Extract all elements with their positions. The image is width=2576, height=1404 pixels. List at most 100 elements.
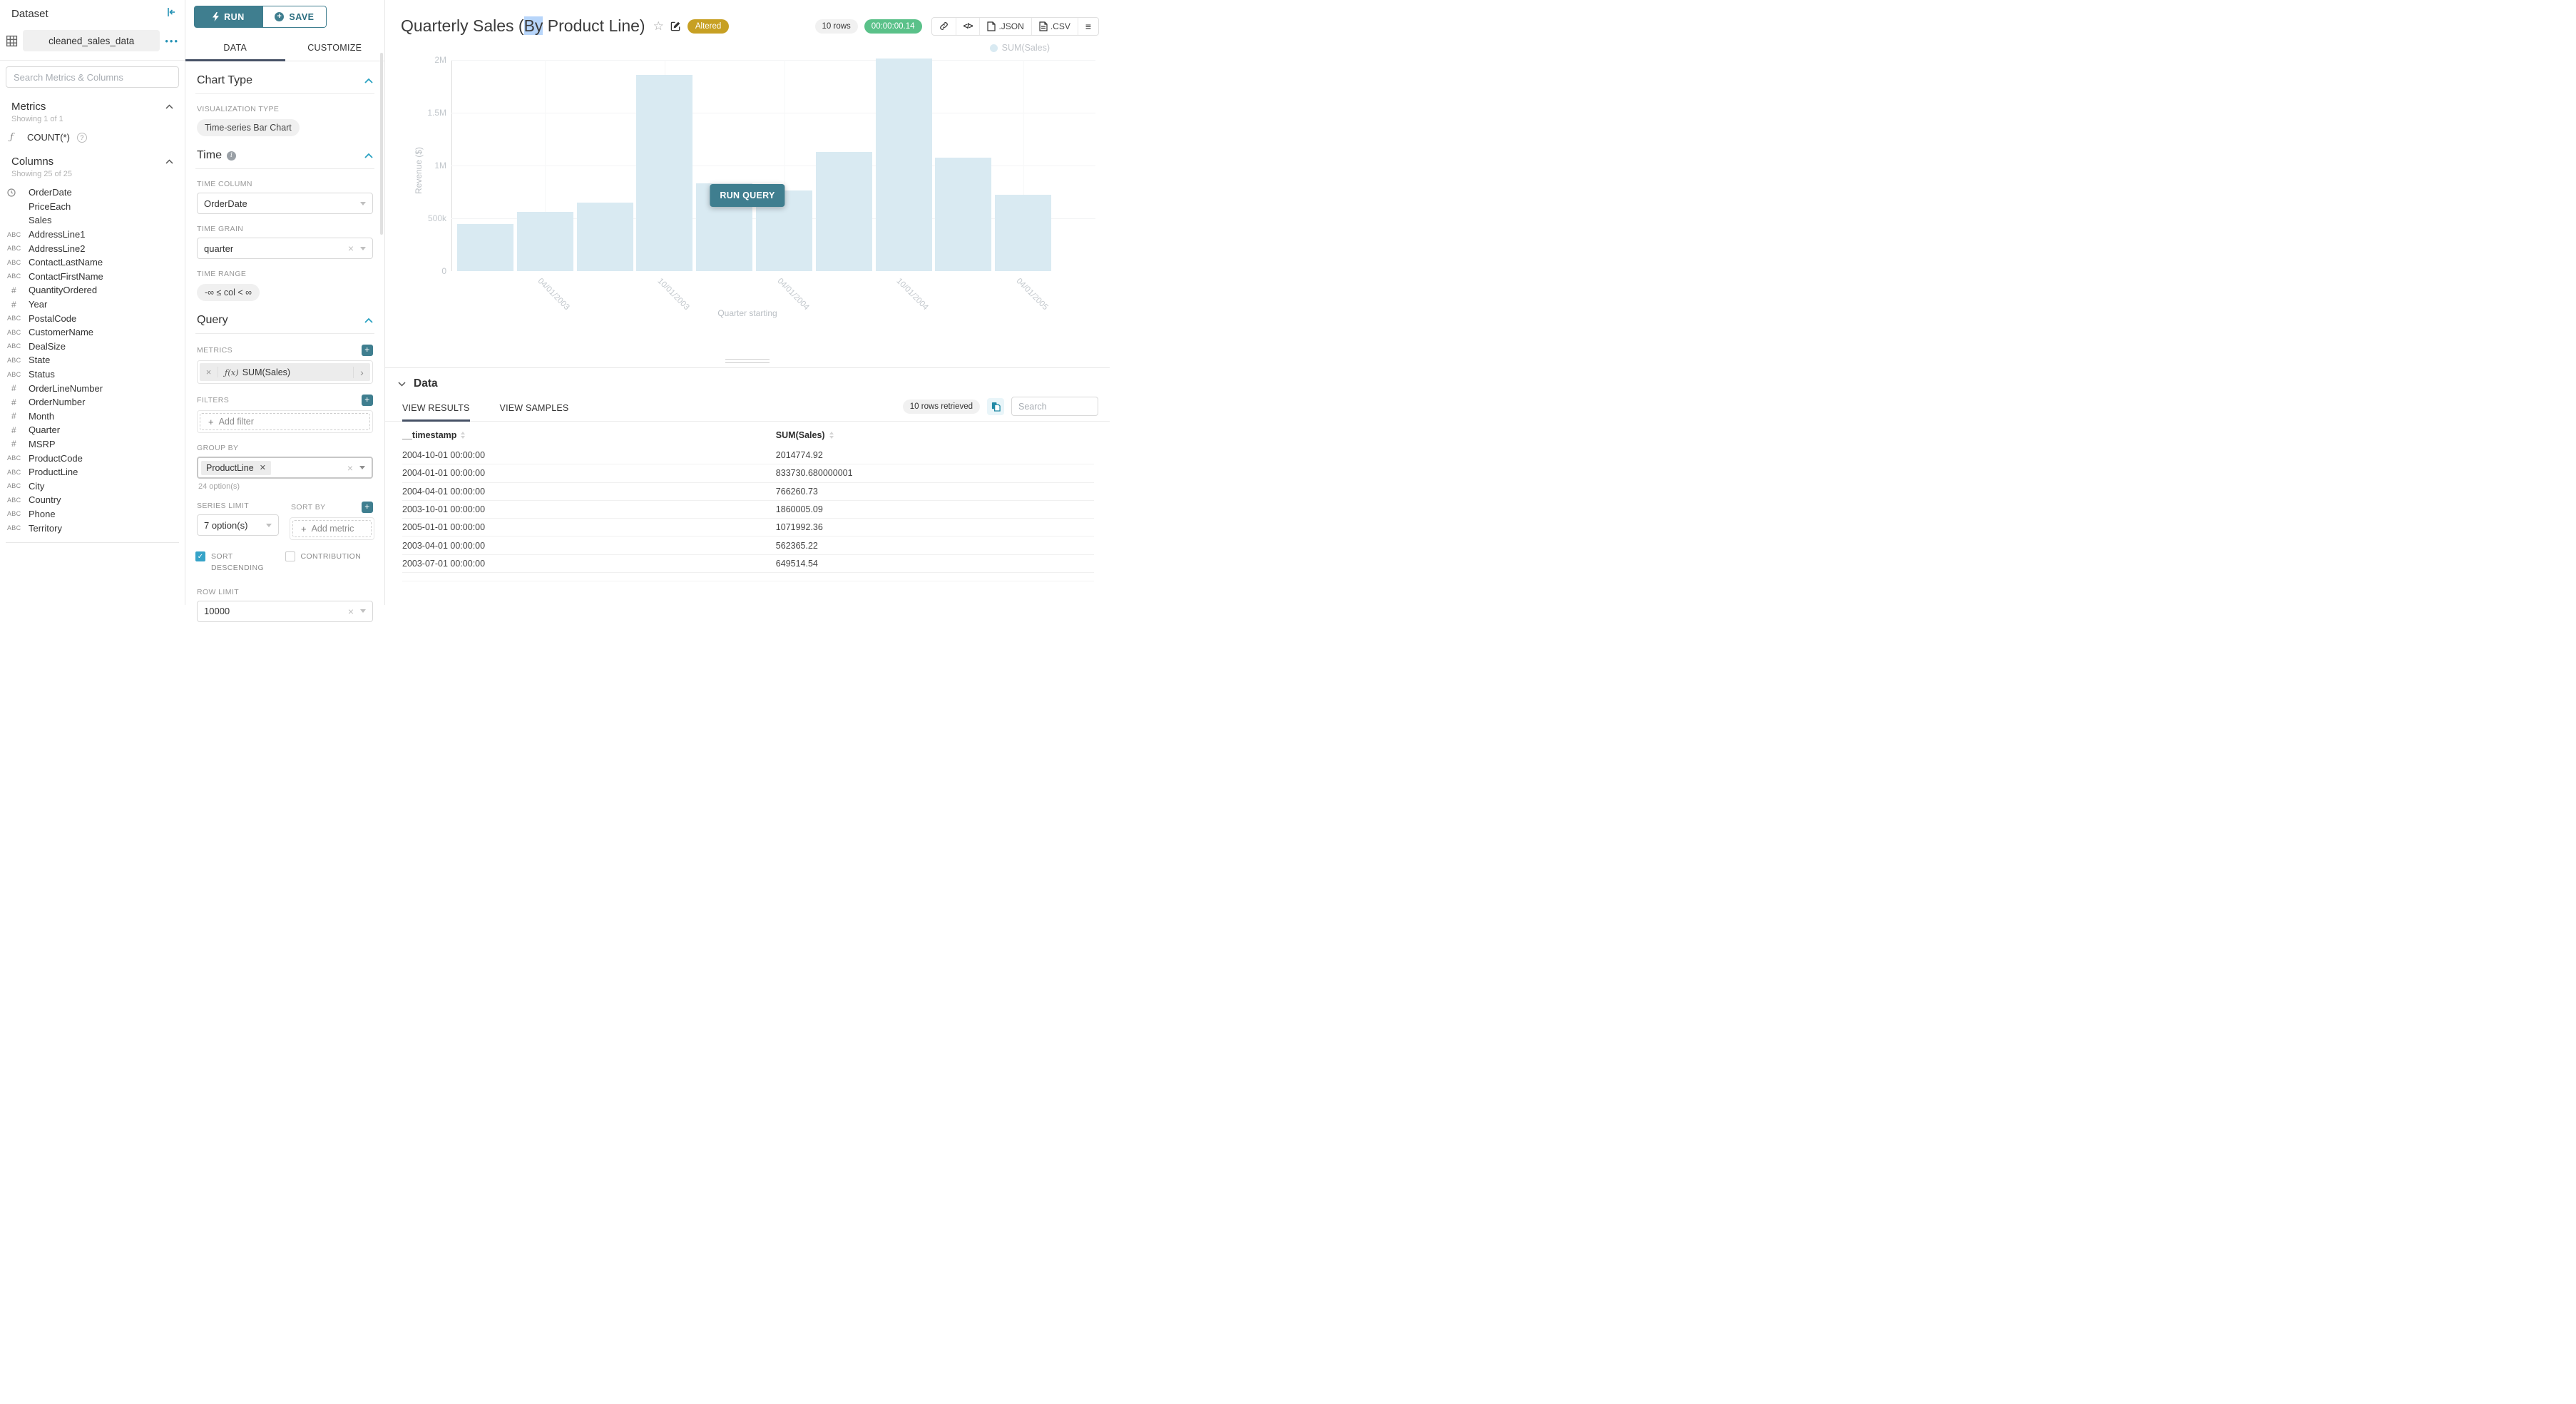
column-list-item[interactable]: PriceEach bbox=[0, 200, 185, 214]
tab-view-results[interactable]: VIEW RESULTS bbox=[402, 399, 470, 421]
scrollbar[interactable] bbox=[380, 53, 383, 235]
column-list-item[interactable]: ABCState bbox=[0, 353, 185, 367]
results-search-input[interactable] bbox=[1011, 397, 1098, 416]
column-list-item[interactable]: OrderDate bbox=[0, 185, 185, 200]
column-list-item[interactable]: ABCCity bbox=[0, 479, 185, 493]
column-list-item[interactable]: #QuantityOrdered bbox=[0, 283, 185, 297]
export-csv-button[interactable]: .CSV bbox=[1031, 18, 1078, 35]
column-list-item[interactable]: ABCProductCode bbox=[0, 451, 185, 465]
bar-2003-10-01[interactable] bbox=[636, 75, 692, 271]
sort-descending-checkbox[interactable]: ✓ SORT DESCENDING bbox=[195, 551, 285, 574]
expand-metric-icon[interactable]: › bbox=[353, 367, 370, 378]
dataset-panel-title: Dataset bbox=[11, 8, 48, 20]
clear-icon[interactable]: × bbox=[348, 243, 354, 254]
add-sort-metric-button[interactable]: + bbox=[362, 502, 373, 513]
column-list-item[interactable]: ABCCountry bbox=[0, 493, 185, 507]
divider bbox=[0, 60, 185, 61]
column-header-timestamp[interactable]: __timestamp bbox=[402, 430, 776, 440]
remove-tag-icon[interactable]: ✕ bbox=[260, 463, 266, 472]
column-header-sum-sales[interactable]: SUM(Sales) bbox=[776, 430, 1094, 440]
column-list-item[interactable]: ABCCustomerName bbox=[0, 325, 185, 340]
column-list-item[interactable]: #Year bbox=[0, 297, 185, 312]
add-metric-button[interactable]: + bbox=[362, 345, 373, 356]
column-list-item[interactable]: Sales bbox=[0, 213, 185, 228]
chevron-down-icon[interactable] bbox=[398, 382, 406, 387]
column-list-item[interactable]: #OrderNumber bbox=[0, 395, 185, 410]
help-icon[interactable]: ? bbox=[77, 133, 87, 143]
metrics-header: Metrics bbox=[11, 101, 46, 113]
metric-item[interactable]: ƒ COUNT(*) ? bbox=[0, 123, 185, 143]
altered-badge[interactable]: Altered bbox=[688, 19, 729, 34]
clear-icon[interactable]: × bbox=[348, 606, 354, 617]
run-button[interactable]: RUN bbox=[194, 6, 263, 28]
export-json-button[interactable]: .JSON bbox=[979, 18, 1031, 35]
time-grain-select[interactable]: quarter × bbox=[197, 238, 373, 259]
column-list-item[interactable]: ABCStatus bbox=[0, 367, 185, 382]
bar-2003-07-01[interactable] bbox=[577, 203, 633, 271]
bar-2004-10-01[interactable] bbox=[876, 58, 932, 271]
add-filter-dropzone[interactable]: + Add filter bbox=[200, 413, 370, 430]
column-list-item[interactable]: #Month bbox=[0, 410, 185, 424]
cell-timestamp: 2004-01-01 00:00:00 bbox=[402, 468, 776, 478]
column-name: DealSize bbox=[29, 341, 66, 352]
column-list-item[interactable]: ABCTerritory bbox=[0, 521, 185, 535]
bar-2005-04-01[interactable] bbox=[995, 195, 1051, 271]
cell-sum-sales: 1071992.36 bbox=[776, 522, 1094, 532]
row-limit-select[interactable]: 10000 × bbox=[197, 601, 373, 622]
tab-customize[interactable]: CUSTOMIZE bbox=[285, 36, 385, 61]
column-list-item[interactable]: ABCAddressLine1 bbox=[0, 228, 185, 242]
copy-data-button[interactable] bbox=[987, 398, 1004, 415]
column-list-item[interactable]: ABCDealSize bbox=[0, 340, 185, 354]
y-axis-title: Revenue ($) bbox=[414, 147, 424, 194]
chevron-up-icon[interactable] bbox=[165, 100, 173, 113]
copy-link-button[interactable] bbox=[932, 18, 956, 35]
chevron-up-icon[interactable] bbox=[364, 149, 373, 162]
favorite-star-icon[interactable]: ☆ bbox=[653, 19, 664, 34]
add-filter-button[interactable]: + bbox=[362, 395, 373, 406]
run-query-button[interactable]: RUN QUERY bbox=[710, 184, 784, 207]
column-list-item[interactable]: ABCPhone bbox=[0, 507, 185, 522]
viz-type-value[interactable]: Time-series Bar Chart bbox=[197, 119, 300, 136]
collapse-panel-icon[interactable] bbox=[166, 7, 176, 21]
column-list-item[interactable]: ABCProductLine bbox=[0, 465, 185, 479]
tab-data[interactable]: DATA bbox=[185, 36, 285, 61]
x-axis-title: Quarter starting bbox=[385, 308, 1110, 318]
column-list-item[interactable]: ABCContactLastName bbox=[0, 255, 185, 270]
embed-code-button[interactable]: </> bbox=[956, 18, 980, 35]
group-by-select[interactable]: ProductLine ✕ × bbox=[197, 457, 373, 479]
chart-title[interactable]: Quarterly Sales (By Product Line) bbox=[401, 16, 645, 36]
metric-pill[interactable]: ƒ(x)SUM(Sales) bbox=[218, 367, 353, 377]
column-list-item[interactable]: ABCPostalCode bbox=[0, 311, 185, 325]
chart-legend[interactable]: SUM(Sales) bbox=[990, 43, 1050, 53]
bar-2004-07-01[interactable] bbox=[816, 152, 872, 271]
info-icon[interactable]: i bbox=[227, 151, 236, 161]
column-list-item[interactable]: ABCContactFirstName bbox=[0, 270, 185, 284]
chart-menu-button[interactable]: ≡ bbox=[1078, 18, 1098, 35]
dataset-options-menu[interactable]: ••• bbox=[165, 36, 179, 46]
time-range-value[interactable]: -∞ ≤ col < ∞ bbox=[197, 284, 260, 301]
column-list-item[interactable]: #Quarter bbox=[0, 423, 185, 437]
column-list-item[interactable]: ABCAddressLine2 bbox=[0, 241, 185, 255]
series-limit-select[interactable]: 7 option(s) bbox=[197, 514, 279, 536]
bar-2005-01-01[interactable] bbox=[935, 158, 991, 271]
chevron-up-icon[interactable] bbox=[364, 314, 373, 327]
resize-handle[interactable] bbox=[725, 359, 770, 363]
column-list-item[interactable]: #MSRP bbox=[0, 437, 185, 452]
edit-properties-icon[interactable] bbox=[670, 21, 681, 31]
remove-metric-icon[interactable]: × bbox=[200, 367, 218, 377]
chevron-up-icon[interactable] bbox=[364, 74, 373, 87]
tab-view-samples[interactable]: VIEW SAMPLES bbox=[500, 399, 569, 421]
bar-2003-01-01[interactable] bbox=[457, 224, 513, 271]
search-metrics-input[interactable] bbox=[6, 66, 179, 88]
column-list-item[interactable]: #OrderLineNumber bbox=[0, 381, 185, 395]
viz-type-label: VISUALIZATION TYPE bbox=[197, 105, 279, 113]
clear-icon[interactable]: × bbox=[347, 462, 353, 474]
bar-2003-04-01[interactable] bbox=[517, 212, 573, 271]
time-column-select[interactable]: OrderDate bbox=[197, 193, 373, 214]
divider bbox=[6, 542, 179, 543]
save-button[interactable]: + SAVE bbox=[263, 6, 327, 28]
dataset-name[interactable]: cleaned_sales_data bbox=[23, 30, 160, 51]
chevron-up-icon[interactable] bbox=[165, 155, 173, 168]
contribution-checkbox[interactable]: CONTRIBUTION bbox=[285, 551, 375, 574]
add-sort-metric-dropzone[interactable]: + Add metric bbox=[292, 520, 372, 537]
